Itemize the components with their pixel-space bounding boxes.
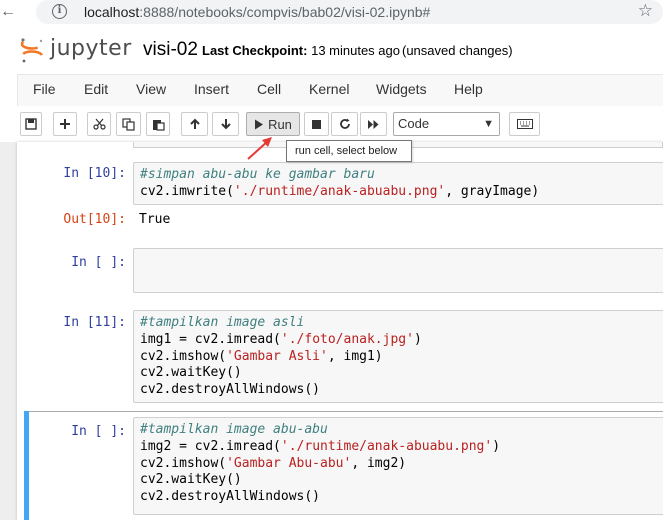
code-line: #tampilkan image abu-abu bbox=[140, 422, 657, 439]
code-line: cv2.waitKey() bbox=[140, 472, 657, 489]
checkpoint-label: Last Checkpoint: bbox=[202, 43, 308, 58]
code-line: cv2.imwrite('./runtime/anak-abuabu.png',… bbox=[140, 184, 657, 201]
menu-edit[interactable]: Edit bbox=[84, 81, 108, 97]
star-icon[interactable]: ☆ bbox=[638, 1, 653, 21]
code-token: cv2.waitKey() bbox=[140, 365, 242, 381]
cell-4-in-prompt: In [ ]: bbox=[71, 424, 126, 439]
cell-1-output: True bbox=[139, 212, 171, 227]
stop-icon bbox=[312, 119, 321, 129]
paste-icon bbox=[152, 119, 165, 131]
code-token: #tampilkan image asli bbox=[140, 315, 305, 330]
cell-2-input[interactable] bbox=[133, 248, 663, 293]
jupyter-logo-icon[interactable] bbox=[20, 37, 44, 63]
arrow-down-icon bbox=[220, 119, 231, 130]
save-icon bbox=[25, 118, 37, 130]
chevron-down-icon: ▼ bbox=[483, 118, 494, 130]
keyboard-icon bbox=[516, 119, 533, 129]
menu-insert[interactable]: Insert bbox=[194, 81, 229, 97]
code-token: #simpan abu-abu ke gambar baru bbox=[140, 167, 375, 182]
code-token: cv2.imshow( bbox=[140, 348, 227, 364]
browser-address-bar: ← i localhost:8888/notebooks/compvis/bab… bbox=[0, 0, 663, 26]
code-token: cv2.destroyAllWindows() bbox=[140, 382, 321, 398]
code-token: cv2.destroyAllWindows() bbox=[140, 489, 321, 505]
code-token: , grayImage) bbox=[445, 183, 540, 199]
cell-type-value: Code bbox=[398, 116, 430, 131]
move-up-button[interactable] bbox=[181, 112, 208, 136]
code-line: cv2.imshow('Gambar Abu-abu', img2) bbox=[140, 456, 657, 473]
paste-button[interactable] bbox=[146, 112, 170, 136]
code-token: img1 = cv2.imread( bbox=[140, 331, 281, 347]
code-token: , img2) bbox=[351, 455, 407, 471]
code-token: ) bbox=[492, 438, 501, 454]
code-token: 'Gambar Abu-abu' bbox=[226, 455, 352, 471]
menu-cell[interactable]: Cell bbox=[257, 81, 281, 97]
menu-file[interactable]: File bbox=[33, 81, 56, 97]
code-token: img2 = cv2.imread( bbox=[140, 438, 281, 454]
restart-icon bbox=[339, 118, 350, 129]
copy-button[interactable] bbox=[116, 112, 141, 136]
jupyter-logo-text[interactable]: jupyter bbox=[50, 36, 132, 61]
code-token: cv2.imwrite( bbox=[140, 183, 234, 199]
url-path: :8888/notebooks/compvis/bab02/visi-02.ip… bbox=[139, 4, 431, 20]
insert-cell-button[interactable] bbox=[53, 112, 77, 136]
restart-kernel-button[interactable] bbox=[331, 112, 358, 136]
url-text[interactable]: localhost:8888/notebooks/compvis/bab02/v… bbox=[84, 4, 430, 20]
code-token: cv2.imshow( bbox=[140, 455, 227, 471]
code-token: './runtime/anak-abuabu.png' bbox=[233, 183, 446, 199]
code-token: , img1) bbox=[327, 348, 383, 364]
code-token: 'Gambar Asli' bbox=[226, 348, 328, 364]
url-host: localhost bbox=[84, 4, 140, 20]
code-line: cv2.destroyAllWindows() bbox=[140, 382, 657, 399]
copy-icon bbox=[122, 117, 135, 131]
restart-run-all-button[interactable] bbox=[360, 112, 387, 136]
run-button-tooltip: run cell, select below bbox=[286, 140, 412, 162]
code-token: ) bbox=[413, 331, 422, 347]
cell-3-input[interactable]: #tampilkan image asli img1 = cv2.imread('… bbox=[133, 310, 663, 403]
cell-3-code: #tampilkan image asli img1 = cv2.imread('… bbox=[134, 311, 663, 403]
code-token: #tampilkan image abu-abu bbox=[140, 422, 328, 437]
code-line: #simpan abu-abu ke gambar baru bbox=[140, 167, 657, 184]
cell-3-in-prompt: In [11]: bbox=[63, 315, 126, 330]
cell-1-out-prompt: Out[10]: bbox=[63, 212, 126, 227]
code-line: cv2.imshow('Gambar Asli', img1) bbox=[140, 349, 657, 366]
cell-1-input[interactable]: #simpan abu-abu ke gambar baru cv2.imwrit… bbox=[133, 162, 663, 205]
move-down-button[interactable] bbox=[212, 112, 239, 136]
back-arrow-icon[interactable]: ← bbox=[0, 3, 16, 21]
code-line: cv2.waitKey() bbox=[140, 365, 657, 382]
plus-icon bbox=[60, 119, 70, 129]
code-token: './foto/anak.jpg' bbox=[280, 331, 414, 347]
checkpoint-status: Last Checkpoint: 13 minutes ago bbox=[202, 43, 400, 58]
interrupt-kernel-button[interactable] bbox=[304, 112, 329, 136]
command-palette-button[interactable] bbox=[509, 112, 540, 136]
code-token: './runtime/anak-abuabu.png' bbox=[280, 438, 493, 454]
menu-kernel[interactable]: Kernel bbox=[309, 81, 349, 97]
scissors-icon bbox=[92, 118, 106, 130]
info-icon[interactable]: i bbox=[52, 4, 67, 19]
notebook-name[interactable]: visi-02 bbox=[143, 39, 198, 61]
save-button[interactable] bbox=[20, 112, 42, 136]
checkpoint-time: 13 minutes ago bbox=[311, 43, 400, 58]
red-annotation-arrow-icon bbox=[247, 137, 272, 160]
save-status: (unsaved changes) bbox=[402, 43, 513, 58]
cell-type-select[interactable]: Code ▼ bbox=[393, 112, 500, 136]
cell-2-in-prompt: In [ ]: bbox=[71, 255, 126, 270]
code-line: img1 = cv2.imread('./foto/anak.jpg') bbox=[140, 332, 657, 349]
code-line: img2 = cv2.imread('./runtime/anak-abuabu… bbox=[140, 439, 657, 456]
menu-widgets[interactable]: Widgets bbox=[376, 81, 427, 97]
menu-view[interactable]: View bbox=[136, 81, 166, 97]
cell-4-code: #tampilkan image abu-abu img2 = cv2.imrea… bbox=[134, 418, 663, 510]
cut-button[interactable] bbox=[87, 112, 111, 136]
code-line: cv2.destroyAllWindows() bbox=[140, 489, 657, 506]
code-line: #tampilkan image asli bbox=[140, 315, 657, 332]
cell-1-in-prompt: In [10]: bbox=[63, 166, 126, 181]
cell-1-code: #simpan abu-abu ke gambar baru cv2.imwrit… bbox=[134, 163, 663, 205]
code-token: cv2.waitKey() bbox=[140, 472, 242, 488]
cell-4-input[interactable]: #tampilkan image abu-abu img2 = cv2.imrea… bbox=[133, 417, 663, 515]
arrow-up-icon bbox=[189, 118, 200, 129]
fast-forward-icon bbox=[368, 119, 379, 129]
menu-help[interactable]: Help bbox=[454, 81, 483, 97]
